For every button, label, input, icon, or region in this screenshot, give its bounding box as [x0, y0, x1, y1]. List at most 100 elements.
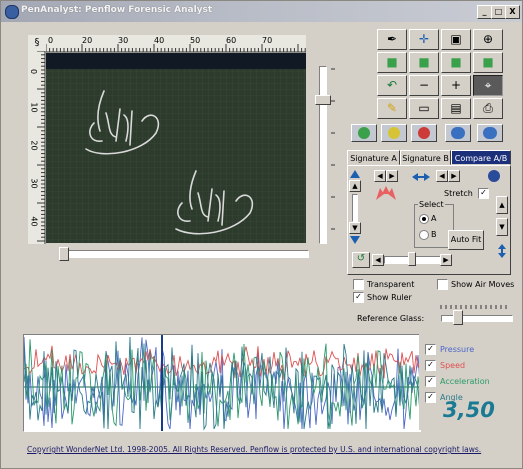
- ruler-top-label: 50: [190, 36, 201, 45]
- undo-icon: ↶: [386, 78, 398, 92]
- nudge-down-icon: [350, 236, 360, 244]
- speed-checkbox[interactable]: ✓: [425, 360, 436, 371]
- move-left-button[interactable]: ◀: [374, 170, 386, 182]
- ruler-top-label: 20: [82, 36, 93, 45]
- tab-compare-ab[interactable]: Compare A/B: [451, 150, 511, 165]
- vertical-zoom-thumb[interactable]: [315, 95, 331, 105]
- legend-speed[interactable]: ✓ Speed: [425, 360, 465, 372]
- move-button[interactable]: ✛: [409, 29, 439, 50]
- scale-right-button[interactable]: ▶: [448, 170, 460, 182]
- inspect-button[interactable]: ⌖: [473, 75, 503, 96]
- inspect-icon: ⌖: [484, 78, 492, 92]
- transparent-checkbox[interactable]: [353, 279, 364, 290]
- tab-signature-a[interactable]: Signature A: [347, 150, 400, 165]
- pen-tool-button[interactable]: ✒: [377, 29, 407, 50]
- tab-signature-b[interactable]: Signature B: [400, 150, 451, 165]
- cube-green-3-button[interactable]: ■: [441, 52, 471, 73]
- save-icon: ▤: [450, 101, 462, 115]
- nudge-down-button[interactable]: ▼: [349, 222, 361, 234]
- crop-button[interactable]: ▣: [441, 29, 471, 50]
- cube-green-2-button[interactable]: ■: [409, 52, 439, 73]
- cube-green-button[interactable]: ■: [377, 52, 407, 73]
- print-button[interactable]: ⎙: [473, 98, 503, 119]
- scale-left-button[interactable]: ◀: [436, 170, 448, 182]
- stretch-checkbox[interactable]: ✓: [478, 188, 489, 199]
- highlight-icon: ✎: [386, 101, 398, 115]
- radio-a[interactable]: [419, 214, 429, 224]
- reference-glass-thumb[interactable]: [453, 310, 463, 325]
- cube-green-4-button[interactable]: ■: [473, 52, 503, 73]
- signal-graph: [23, 334, 421, 432]
- title-bar: PenAnalyst: Penflow Forensic Analyst _ □…: [1, 1, 522, 22]
- legend-acceleration[interactable]: ✓ Acceleration: [425, 376, 490, 388]
- zoom-out-button[interactable]: −: [409, 75, 439, 96]
- ruler-left-label: 0: [29, 68, 39, 75]
- ruler-top-label: 70: [262, 36, 273, 45]
- ruler-left: 0 10 20 30 40: [28, 51, 46, 244]
- undo-button[interactable]: ↶: [377, 75, 407, 96]
- cube-green-icon: ■: [386, 55, 398, 69]
- horizontal-scale-icon: [412, 173, 430, 181]
- reset-button[interactable]: ↺: [352, 252, 370, 268]
- save-button[interactable]: ▤: [441, 98, 471, 119]
- rotate-button[interactable]: ⊕: [473, 29, 503, 50]
- maximize-button[interactable]: □: [491, 5, 506, 19]
- h-offset-thumb[interactable]: [408, 252, 416, 266]
- zoom-out-icon: −: [418, 78, 430, 92]
- cube-green-3-icon: ■: [450, 55, 462, 69]
- highlight-button[interactable]: ✎: [377, 98, 407, 119]
- show-ruler-label: Show Ruler: [367, 293, 412, 302]
- zoom-in-button[interactable]: +: [441, 75, 471, 96]
- nudge-up-button[interactable]: ▲: [349, 180, 361, 192]
- angle-checkbox[interactable]: ✓: [425, 392, 436, 403]
- legend-pressure[interactable]: ✓ Pressure: [425, 344, 474, 356]
- auto-fit-button[interactable]: Auto Fit: [448, 230, 484, 250]
- pause-icon[interactable]: [381, 124, 407, 142]
- forward-icon[interactable]: [477, 124, 503, 142]
- radio-b[interactable]: [419, 230, 429, 240]
- move-right-button[interactable]: ▶: [386, 170, 398, 182]
- h-scroll-right-button[interactable]: ▶: [440, 254, 452, 266]
- nudge-up-icon: [350, 170, 360, 178]
- pressure-checkbox[interactable]: ✓: [425, 344, 436, 355]
- app-window: PenAnalyst: Penflow Forensic Analyst _ □…: [0, 0, 523, 469]
- acceleration-checkbox[interactable]: ✓: [425, 376, 436, 387]
- radio-a-label: A: [431, 214, 437, 223]
- show-ruler-checkbox[interactable]: ✓: [353, 292, 364, 303]
- window-title: PenAnalyst: Penflow Forensic Analyst: [21, 5, 213, 15]
- close-button[interactable]: X: [505, 5, 520, 19]
- reference-glass-track[interactable]: [441, 315, 513, 322]
- h-scroll-left-button[interactable]: ◀: [372, 254, 384, 266]
- copyright-link[interactable]: Copyright WonderNet Ltd. 1998-2005. All …: [27, 445, 481, 454]
- playback-bar: [347, 122, 507, 144]
- minimize-button[interactable]: _: [477, 5, 492, 19]
- legend-label: Speed: [440, 361, 466, 370]
- rotate-knob-icon[interactable]: [488, 170, 500, 182]
- move-icon: ✛: [418, 32, 430, 46]
- open-folder-button[interactable]: ▭: [409, 98, 439, 119]
- ruler-corner-icon[interactable]: §: [28, 35, 46, 51]
- signature-canvas[interactable]: [46, 53, 306, 243]
- horizontal-zoom-thumb[interactable]: [59, 247, 69, 261]
- select-label: Select: [418, 200, 445, 209]
- expand-arrows-icon[interactable]: [374, 182, 398, 202]
- record-icon[interactable]: [411, 124, 437, 142]
- vertical-slider-ticks: [331, 68, 335, 230]
- vertical-offset-track[interactable]: [352, 194, 358, 222]
- crop-icon: ▣: [450, 32, 462, 46]
- ruler-top-label: 60: [226, 36, 237, 45]
- ruler-top-label: 0: [48, 36, 54, 45]
- play-icon[interactable]: [351, 124, 377, 142]
- graph-legend-panel: ✓ Pressure ✓ Speed ✓ Acceleration ✓ Angle 3,…: [419, 334, 515, 430]
- show-air-moves-checkbox[interactable]: [437, 279, 448, 290]
- pen-tool-icon: ✒: [386, 32, 398, 46]
- horizontal-zoom-track[interactable]: [63, 250, 309, 258]
- reference-glass-label: Reference Glass:: [357, 314, 425, 323]
- cube-green-2-icon: ■: [418, 55, 430, 69]
- right-down-button[interactable]: ▼: [496, 218, 508, 236]
- ruler-top: 0 20 30 40 50 60 70: [46, 35, 306, 53]
- rewind-icon[interactable]: [445, 124, 471, 142]
- vertical-scale-icon: [498, 244, 506, 258]
- right-up-button[interactable]: ▲: [496, 196, 508, 214]
- vertical-zoom-track[interactable]: [319, 66, 327, 244]
